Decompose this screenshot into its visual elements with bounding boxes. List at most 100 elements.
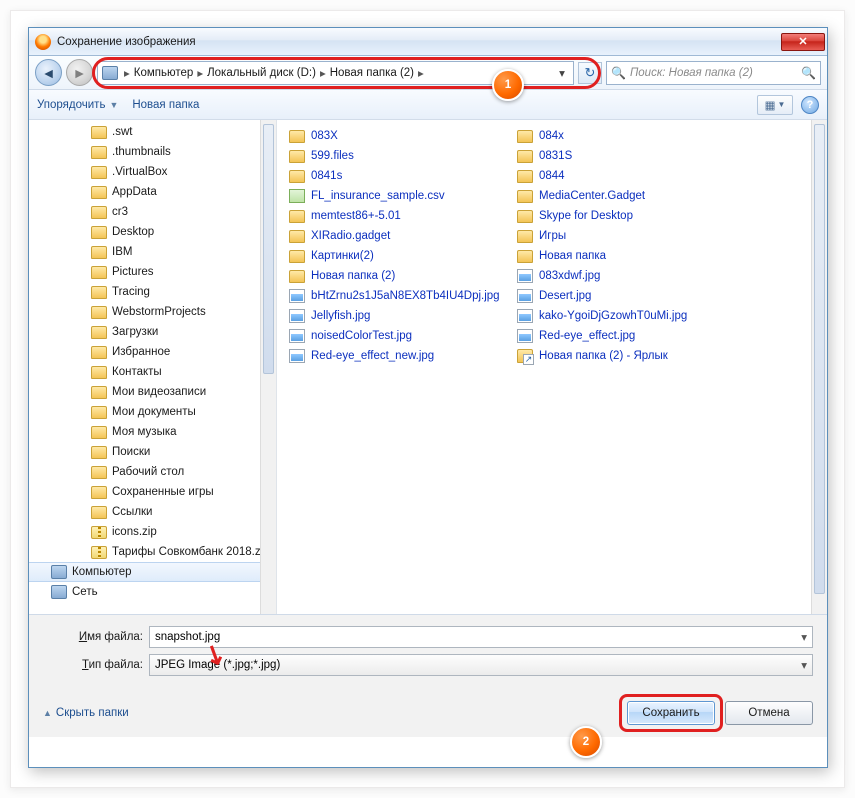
list-item[interactable]: 084x [517,126,745,146]
new-folder-button[interactable]: Новая папка [132,99,199,111]
list-item[interactable]: Skype for Desktop [517,206,745,226]
list-item[interactable]: Desert.jpg [517,286,745,306]
folder-icon [289,170,305,183]
list-item[interactable]: Red-eye_effect_new.jpg [289,346,517,366]
refresh-button[interactable]: ↻ [578,62,602,84]
image-file-icon [289,289,305,303]
tree-item[interactable]: Desktop [29,222,276,242]
tree-item[interactable]: cr3 [29,202,276,222]
tree-item[interactable]: icons.zip [29,522,276,542]
tree-item[interactable]: Сохраненные игры [29,482,276,502]
tree-item[interactable]: WebstormProjects [29,302,276,322]
forward-button[interactable]: ► [66,59,93,86]
breadcrumb-part[interactable]: Компьютер [134,67,194,79]
folder-icon [91,206,107,219]
list-item[interactable]: noisedColorTest.jpg [289,326,517,346]
image-file-icon [289,309,305,323]
breadcrumb-part[interactable]: Новая папка (2) [330,67,414,79]
search-icon: 🔍 [611,66,626,80]
filename-input[interactable]: snapshot.jpg ▾ [149,626,813,648]
save-button[interactable]: Сохранить [627,701,715,725]
list-item[interactable]: FL_insurance_sample.csv [289,186,517,206]
filetype-value: JPEG Image (*.jpg;*.jpg) [155,659,280,671]
scrollbar-thumb[interactable] [814,124,825,594]
list-item[interactable]: 599.files [289,146,517,166]
list-item[interactable]: 0841s [289,166,517,186]
scrollbar-thumb[interactable] [263,124,274,374]
list-item-label: 0844 [539,170,565,182]
tree-item[interactable]: .swt [29,122,276,142]
list-item[interactable]: Новая папка (2) - Ярлык [517,346,745,366]
tree-item[interactable]: IBM [29,242,276,262]
list-item[interactable]: Картинки(2) [289,246,517,266]
view-mode-button[interactable]: ▦ ▼ [757,95,793,115]
folder-icon [91,226,107,239]
tree-item-label: Tracing [112,286,150,298]
tree-item-label: WebstormProjects [112,306,206,318]
chevron-down-icon[interactable]: ▾ [801,658,807,672]
list-scrollbar[interactable] [811,120,827,614]
folder-icon [91,246,107,259]
tree-item[interactable]: Моя музыка [29,422,276,442]
chevron-right-icon[interactable]: ▸ [316,66,330,80]
titlebar[interactable]: Сохранение изображения ✕ [29,28,827,56]
tree-root-item[interactable]: Сеть [29,582,276,602]
tree-item[interactable]: .VirtualBox [29,162,276,182]
tree-item[interactable]: Поиски [29,442,276,462]
hide-folders-link[interactable]: ▲ Скрыть папки [43,707,129,719]
list-item[interactable]: 083X [289,126,517,146]
tree-item[interactable]: .thumbnails [29,142,276,162]
folder-icon [91,366,107,379]
tree-scrollbar[interactable] [260,120,276,614]
tree-item-label: Сохраненные игры [112,486,214,498]
firefox-icon [35,34,51,50]
cancel-button[interactable]: Отмена [725,701,813,725]
tree-item[interactable]: Tracing [29,282,276,302]
tree-item[interactable]: Ссылки [29,502,276,522]
tree-item[interactable]: AppData [29,182,276,202]
list-item[interactable]: Red-eye_effect.jpg [517,326,745,346]
tree-item[interactable]: Мои видеозаписи [29,382,276,402]
list-item[interactable]: XIRadio.gadget [289,226,517,246]
chevron-right-icon[interactable]: ▸ [193,66,207,80]
help-button[interactable]: ? [801,96,819,114]
list-item[interactable]: Jellyfish.jpg [289,306,517,326]
folder-icon [91,306,107,319]
tree-root-item[interactable]: Компьютер [29,562,276,582]
organize-menu[interactable]: Упорядочить ▼ [37,99,118,111]
filetype-select[interactable]: JPEG Image (*.jpg;*.jpg) ▾ [149,654,813,676]
list-item[interactable]: bHtZrnu2s1J5aN8EX8Tb4IU4Dpj.jpg [289,286,517,306]
breadcrumb-dropdown[interactable]: ▾ [555,66,571,80]
list-item[interactable]: kako-YgoiDjGzowhT0uMi.jpg [517,306,745,326]
tree-item-label: Сеть [72,586,98,598]
tree-item[interactable]: Мои документы [29,402,276,422]
list-item[interactable]: Игры [517,226,745,246]
list-item[interactable]: 083xdwf.jpg [517,266,745,286]
list-item[interactable]: 0831S [517,146,745,166]
chevron-right-icon[interactable]: ▸ [120,66,134,80]
tree-item[interactable]: Контакты [29,362,276,382]
breadcrumb-part[interactable]: Локальный диск (D:) [207,67,316,79]
search-go-icon[interactable]: 🔍 [801,66,816,80]
folder-icon [91,506,107,519]
tree-item[interactable]: Загрузки [29,322,276,342]
tree-item[interactable]: Pictures [29,262,276,282]
device-icon [51,585,67,599]
annotation-badge-1: 1 [492,69,524,101]
chevron-right-icon[interactable]: ▸ [414,66,428,80]
search-input[interactable]: 🔍 Поиск: Новая папка (2) 🔍 [606,61,821,85]
close-button[interactable]: ✕ [781,33,825,51]
tree-item[interactable]: Избранное [29,342,276,362]
list-item[interactable]: MediaCenter.Gadget [517,186,745,206]
tree-item[interactable]: Рабочий стол [29,462,276,482]
tree-item[interactable]: Тарифы Совкомбанк 2018.zip [29,542,276,562]
file-list-pane[interactable]: 083X599.files0841sFL_insurance_sample.cs… [277,120,827,614]
list-item-label: Игры [539,230,566,242]
list-item[interactable]: Новая папка (2) [289,266,517,286]
list-item[interactable]: 0844 [517,166,745,186]
list-item[interactable]: memtest86+-5.01 [289,206,517,226]
list-item-label: Jellyfish.jpg [311,310,370,322]
back-button[interactable]: ◄ [35,59,62,86]
list-item[interactable]: Новая папка [517,246,745,266]
chevron-down-icon[interactable]: ▾ [801,630,807,644]
